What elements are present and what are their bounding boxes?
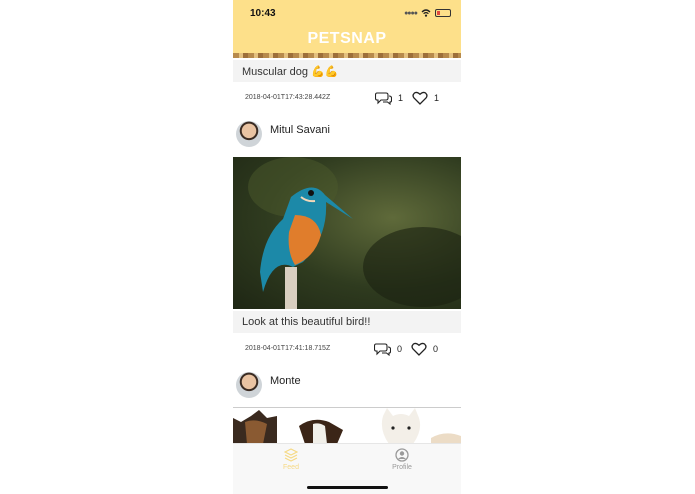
post-author[interactable]: Monte (233, 372, 461, 404)
comment-count[interactable]: 1 (375, 91, 403, 105)
wifi-icon (421, 9, 431, 17)
post-caption-text: Look at this beautiful bird!! (242, 316, 371, 328)
home-indicator[interactable] (307, 486, 388, 489)
comment-count-value: 0 (397, 344, 403, 354)
layers-icon[interactable] (283, 448, 299, 462)
bird-illustration (248, 157, 461, 309)
avatar[interactable] (236, 121, 262, 147)
post-caption: Muscular dog 💪💪 (233, 60, 461, 82)
comment-count[interactable]: 0 (374, 342, 402, 356)
app-screen: 10:43 ●●●● PETSNAP Muscular dog 💪💪 2018-… (233, 0, 461, 494)
heart-icon[interactable] (412, 91, 428, 105)
app-title: PETSNAP (307, 30, 387, 47)
author-name[interactable]: Monte (270, 375, 301, 387)
like-count[interactable]: 0 (411, 342, 438, 356)
post-timestamp: 2018-04-01T17:43:28.442Z (245, 94, 331, 101)
post-caption: Look at this beautiful bird!! (233, 311, 461, 333)
like-count-value: 1 (434, 93, 440, 103)
post-author[interactable]: Mitul Savani (233, 121, 461, 153)
tab-profile[interactable]: Profile (372, 448, 432, 471)
like-count[interactable]: 1 (412, 91, 439, 105)
post-meta: 2018-04-01T17:41:18.715Z 0 0 (233, 341, 461, 361)
status-time: 10:43 (250, 8, 276, 19)
post-timestamp: 2018-04-01T17:41:18.715Z (245, 345, 331, 352)
tab-feed[interactable]: Feed (261, 448, 321, 471)
comments-icon[interactable] (375, 91, 392, 105)
post-caption-text: Muscular dog 💪💪 (242, 66, 339, 78)
previous-post-image-edge (233, 53, 461, 58)
tab-feed-label[interactable]: Feed (261, 464, 321, 471)
avatar[interactable] (236, 372, 262, 398)
status-indicators: ●●●● (404, 9, 451, 17)
author-name[interactable]: Mitul Savani (270, 124, 330, 136)
heart-icon[interactable] (411, 342, 427, 356)
signal-icon: ●●●● (404, 9, 418, 17)
battery-icon (435, 9, 451, 17)
app-header: 10:43 ●●●● PETSNAP (233, 0, 461, 58)
post-image-dogs[interactable] (233, 407, 461, 444)
post-meta: 2018-04-01T17:43:28.442Z 1 1 (233, 90, 461, 110)
tab-bar: Feed Profile (233, 443, 461, 494)
profile-icon[interactable] (395, 448, 409, 462)
post-image-bird[interactable] (233, 157, 461, 309)
tab-profile-label[interactable]: Profile (372, 464, 432, 471)
dogs-illustration (233, 408, 461, 444)
comments-icon[interactable] (374, 342, 391, 356)
like-count-value: 0 (433, 344, 439, 354)
comment-count-value: 1 (398, 93, 404, 103)
